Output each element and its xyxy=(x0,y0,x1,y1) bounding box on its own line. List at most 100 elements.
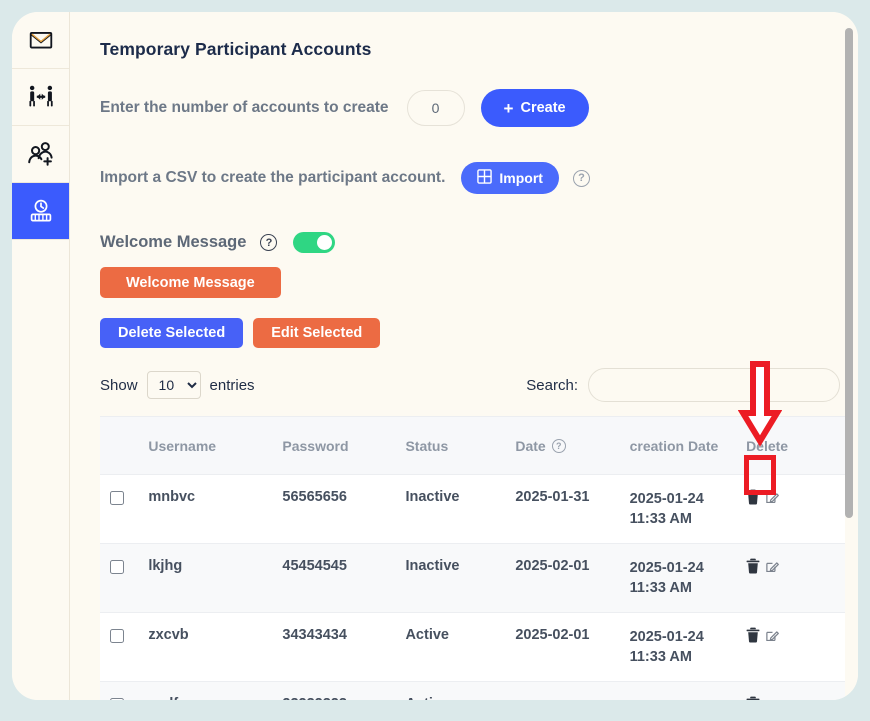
cell-actions xyxy=(746,612,845,682)
table-row: zxcvb 34343434 Active 2025-02-01 2025-01-24 1… xyxy=(100,612,845,682)
cell-actions xyxy=(746,681,845,700)
cell-password: 23232323 xyxy=(282,681,406,700)
cell-status: Active xyxy=(405,612,516,682)
create-button[interactable]: + Create xyxy=(480,89,589,127)
cell-creation-date: 2025-01-24 11:33 AM xyxy=(629,612,747,682)
cell-actions xyxy=(746,543,845,613)
row-select-checkbox[interactable] xyxy=(110,491,124,505)
header-checkbox xyxy=(100,416,149,475)
row-checkbox-cell xyxy=(100,474,149,544)
create-button-label: Create xyxy=(520,100,566,116)
header-username[interactable]: Username xyxy=(148,416,283,475)
edit-icon[interactable] xyxy=(765,489,780,509)
bulk-actions-row: Delete Selected Edit Selected xyxy=(100,318,840,348)
row-checkbox-cell xyxy=(100,543,149,613)
cell-username: mnbvc xyxy=(148,474,283,544)
vertical-scrollbar-thumb[interactable] xyxy=(845,28,853,518)
welcome-help-icon[interactable]: ? xyxy=(260,234,278,251)
toggle-knob xyxy=(317,235,333,250)
plus-icon: + xyxy=(503,98,514,118)
create-accounts-row: Enter the number of accounts to create +… xyxy=(100,89,840,127)
cell-actions xyxy=(746,474,845,544)
welcome-message-toggle[interactable] xyxy=(293,232,336,253)
delete-icon[interactable] xyxy=(746,489,760,509)
edit-icon[interactable] xyxy=(765,696,780,700)
cell-username: zxcvb xyxy=(148,612,283,682)
add-user-icon xyxy=(27,141,55,167)
edit-icon[interactable] xyxy=(765,627,780,647)
row-checkbox-cell xyxy=(100,681,149,700)
welcome-message-row: Welcome Message ? xyxy=(100,232,840,253)
row-select-checkbox[interactable] xyxy=(110,629,124,643)
sidebar-item-messages[interactable] xyxy=(12,12,69,69)
cell-password: 45454545 xyxy=(282,543,406,613)
cell-password: 56565656 xyxy=(282,474,406,544)
header-delete: Delete xyxy=(746,416,845,475)
cell-username: lkjhg xyxy=(148,543,283,613)
cell-status: Inactive xyxy=(405,543,516,613)
cell-status: Active xyxy=(405,681,516,700)
show-entries-label: Show xyxy=(100,376,138,394)
creation-date-day: 2025-01-24 xyxy=(629,629,704,645)
account-count-input[interactable] xyxy=(406,90,465,126)
header-creation-date[interactable]: creation Date xyxy=(629,416,747,475)
page-title: Temporary Participant Accounts xyxy=(100,39,372,59)
welcome-message-button[interactable]: Welcome Message xyxy=(100,267,281,298)
sidebar-nav xyxy=(12,12,70,700)
temporary-accounts-icon xyxy=(27,198,55,224)
cell-password: 34343434 xyxy=(282,612,406,682)
search-label: Search: xyxy=(526,376,578,394)
creation-date-day: 2025-01-24 xyxy=(629,560,704,576)
creation-date-time: 11:33 AM xyxy=(629,580,692,596)
import-csv-row: Import a CSV to create the participant a… xyxy=(100,162,840,194)
header-status[interactable]: Status xyxy=(405,416,516,475)
accounts-table: Username Password Status Date ? creation… xyxy=(100,416,845,700)
cell-creation-date: 2025-01-24 11:33 AM xyxy=(629,474,747,544)
import-button[interactable]: Import xyxy=(461,162,559,194)
cell-username: asdfg xyxy=(148,681,283,700)
cell-creation-date: 2025-01-24 11:33 AM xyxy=(629,543,747,613)
table-row: asdfg23232323Active-2025-01-2411:33 AM xyxy=(100,681,845,700)
table-header-row: Username Password Status Date ? creation… xyxy=(100,416,845,475)
cell-date: 2025-02-01 xyxy=(515,543,630,613)
people-exchange-icon xyxy=(27,84,55,110)
edit-icon[interactable] xyxy=(765,558,780,578)
creation-date-time: 11:33 AM xyxy=(629,649,692,665)
header-date-label: Date xyxy=(515,437,546,454)
cell-status: Inactive xyxy=(405,474,516,544)
entries-per-page-select[interactable]: 102550100 xyxy=(146,371,201,399)
creation-date-time: 11:33 AM xyxy=(629,511,692,527)
table-head: Username Password Status Date ? creation… xyxy=(100,416,845,475)
cell-creation-date: 2025-01-2411:33 AM xyxy=(629,681,747,700)
table-row: mnbvc 56565656 Inactive 2025-01-31 2025-01-2… xyxy=(100,474,845,544)
row-checkbox-cell xyxy=(100,612,149,682)
creation-date-day: 2025-01-24 xyxy=(629,491,704,507)
creation-date-day: 2025-01-24 xyxy=(630,698,704,700)
header-password[interactable]: Password xyxy=(282,416,406,475)
table-row: lkjhg 45454545 Inactive 2025-02-01 2025-01-2… xyxy=(100,543,845,613)
import-button-label: Import xyxy=(499,170,543,186)
vertical-scrollbar-track[interactable] xyxy=(842,12,856,700)
table-controls: Show 102550100 entries Search: xyxy=(100,368,840,402)
edit-selected-button[interactable]: Edit Selected xyxy=(253,318,381,348)
sidebar-item-temporary-accounts[interactable] xyxy=(12,183,69,240)
cell-date: - xyxy=(515,681,630,700)
delete-icon[interactable] xyxy=(746,627,760,647)
row-select-checkbox[interactable] xyxy=(110,698,124,700)
sidebar-item-add-participant[interactable] xyxy=(12,126,69,183)
date-help-icon[interactable]: ? xyxy=(551,438,566,453)
search-input[interactable] xyxy=(588,368,840,402)
mail-icon xyxy=(28,27,54,53)
row-select-checkbox[interactable] xyxy=(110,560,124,574)
import-help-icon[interactable]: ? xyxy=(572,169,590,187)
main-content: Temporary Participant Accounts Enter the… xyxy=(70,12,858,700)
create-accounts-label: Enter the number of accounts to create xyxy=(100,99,389,116)
delete-icon[interactable] xyxy=(746,558,760,578)
delete-icon[interactable] xyxy=(746,696,760,700)
sidebar-item-participants[interactable] xyxy=(12,69,69,126)
delete-selected-button[interactable]: Delete Selected xyxy=(100,318,244,348)
welcome-message-label: Welcome Message xyxy=(100,233,247,251)
header-date[interactable]: Date ? xyxy=(515,416,630,475)
cell-date: 2025-02-01 xyxy=(515,612,630,682)
table-body: mnbvc 56565656 Inactive 2025-01-31 2025-01-2… xyxy=(100,474,845,700)
